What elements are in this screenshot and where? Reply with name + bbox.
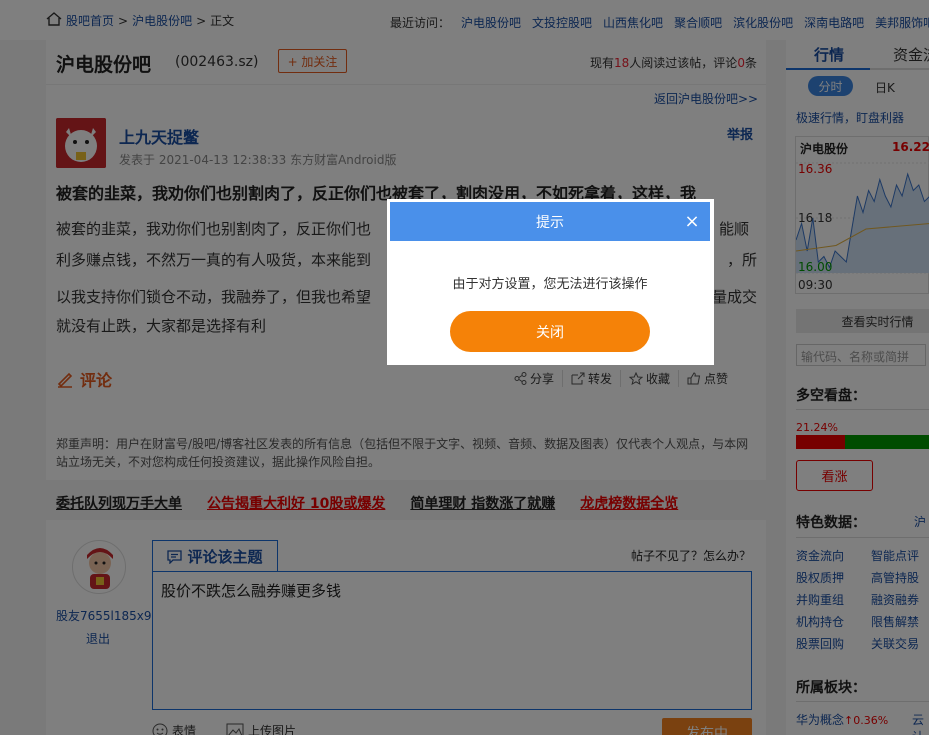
dialog-message: 由于对方设置，您无法进行该操作 [452,277,648,292]
modal-overlay[interactable] [0,0,929,735]
dialog-title: 提示 [390,202,710,241]
dialog-close-button[interactable]: 关闭 [450,311,650,352]
close-icon[interactable]: × [684,212,700,232]
